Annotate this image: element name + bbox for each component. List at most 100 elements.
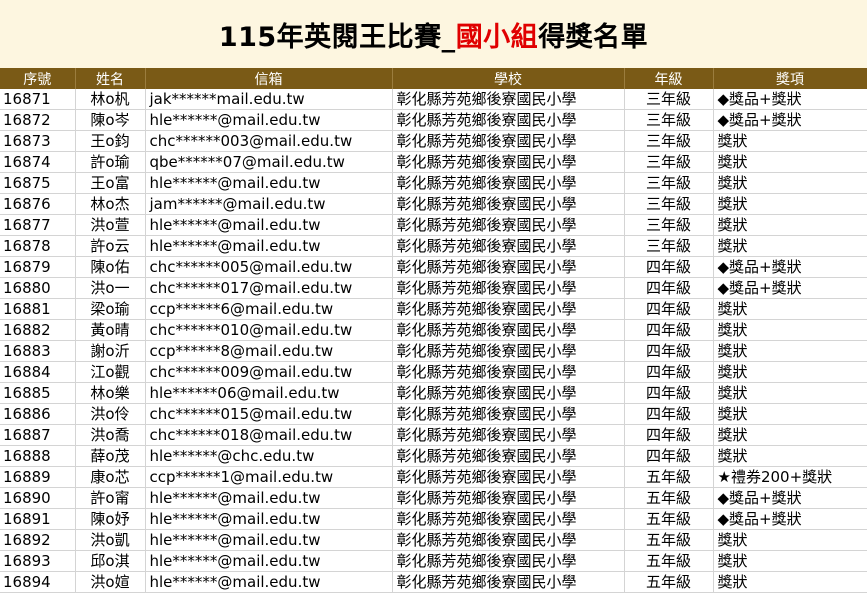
cell-school[interactable]: 彰化縣芳苑鄉後寮國民小學: [392, 487, 625, 509]
cell-serial[interactable]: 16894: [0, 571, 76, 593]
cell-email[interactable]: hle******@mail.edu.tw: [145, 529, 393, 551]
cell-grade[interactable]: 四年級: [624, 319, 714, 341]
cell-grade[interactable]: 四年級: [624, 445, 714, 467]
cell-name[interactable]: 黃o晴: [75, 319, 146, 341]
cell-email[interactable]: hle******06@mail.edu.tw: [145, 382, 393, 404]
cell-school[interactable]: 彰化縣芳苑鄉後寮國民小學: [392, 193, 625, 215]
cell-email[interactable]: jam******@mail.edu.tw: [145, 193, 393, 215]
cell-serial[interactable]: 16875: [0, 172, 76, 194]
cell-name[interactable]: 邱o淇: [75, 550, 146, 572]
cell-serial[interactable]: 16893: [0, 550, 76, 572]
cell-name[interactable]: 許o云: [75, 235, 146, 257]
cell-award[interactable]: 獎狀: [713, 550, 867, 572]
cell-name[interactable]: 洪o凱: [75, 529, 146, 551]
cell-award[interactable]: 獎狀: [713, 340, 867, 362]
header-email[interactable]: 信箱: [145, 68, 393, 89]
cell-grade[interactable]: 三年級: [624, 151, 714, 173]
cell-serial[interactable]: 16873: [0, 130, 76, 152]
cell-grade[interactable]: 三年級: [624, 193, 714, 215]
cell-serial[interactable]: 16886: [0, 403, 76, 425]
cell-serial[interactable]: 16874: [0, 151, 76, 173]
cell-award[interactable]: ◆獎品+獎狀: [713, 89, 867, 110]
cell-award[interactable]: 獎狀: [713, 403, 867, 425]
cell-award[interactable]: 獎狀: [713, 424, 867, 446]
cell-award[interactable]: ◆獎品+獎狀: [713, 277, 867, 299]
cell-school[interactable]: 彰化縣芳苑鄉後寮國民小學: [392, 277, 625, 299]
cell-name[interactable]: 王o鈞: [75, 130, 146, 152]
cell-school[interactable]: 彰化縣芳苑鄉後寮國民小學: [392, 89, 625, 110]
cell-grade[interactable]: 四年級: [624, 424, 714, 446]
cell-grade[interactable]: 五年級: [624, 550, 714, 572]
cell-serial[interactable]: 16888: [0, 445, 76, 467]
cell-school[interactable]: 彰化縣芳苑鄉後寮國民小學: [392, 256, 625, 278]
cell-email[interactable]: hle******@mail.edu.tw: [145, 109, 393, 131]
cell-grade[interactable]: 五年級: [624, 487, 714, 509]
cell-name[interactable]: 林o杋: [75, 89, 146, 110]
cell-school[interactable]: 彰化縣芳苑鄉後寮國民小學: [392, 445, 625, 467]
cell-name[interactable]: 江o觀: [75, 361, 146, 383]
cell-email[interactable]: hle******@mail.edu.tw: [145, 214, 393, 236]
cell-name[interactable]: 林o樂: [75, 382, 146, 404]
cell-award[interactable]: 獎狀: [713, 235, 867, 257]
cell-grade[interactable]: 五年級: [624, 529, 714, 551]
cell-award[interactable]: 獎狀: [713, 382, 867, 404]
cell-award[interactable]: 獎狀: [713, 193, 867, 215]
cell-award[interactable]: 獎狀: [713, 151, 867, 173]
cell-school[interactable]: 彰化縣芳苑鄉後寮國民小學: [392, 508, 625, 530]
cell-serial[interactable]: 16884: [0, 361, 76, 383]
cell-award[interactable]: 獎狀: [713, 130, 867, 152]
cell-award[interactable]: 獎狀: [713, 214, 867, 236]
cell-serial[interactable]: 16892: [0, 529, 76, 551]
cell-name[interactable]: 陳o妤: [75, 508, 146, 530]
cell-name[interactable]: 洪o喬: [75, 424, 146, 446]
cell-name[interactable]: 王o富: [75, 172, 146, 194]
cell-email[interactable]: ccp******6@mail.edu.tw: [145, 298, 393, 320]
cell-email[interactable]: jak******mail.edu.tw: [145, 89, 393, 110]
cell-school[interactable]: 彰化縣芳苑鄉後寮國民小學: [392, 130, 625, 152]
cell-award[interactable]: 獎狀: [713, 571, 867, 593]
cell-name[interactable]: 洪o一: [75, 277, 146, 299]
cell-grade[interactable]: 四年級: [624, 298, 714, 320]
cell-school[interactable]: 彰化縣芳苑鄉後寮國民小學: [392, 466, 625, 488]
cell-school[interactable]: 彰化縣芳苑鄉後寮國民小學: [392, 382, 625, 404]
cell-school[interactable]: 彰化縣芳苑鄉後寮國民小學: [392, 319, 625, 341]
cell-name[interactable]: 洪o萱: [75, 214, 146, 236]
cell-name[interactable]: 謝o沂: [75, 340, 146, 362]
header-grade[interactable]: 年級: [624, 68, 714, 89]
cell-serial[interactable]: 16878: [0, 235, 76, 257]
cell-award[interactable]: ◆獎品+獎狀: [713, 109, 867, 131]
cell-award[interactable]: 獎狀: [713, 361, 867, 383]
header-name[interactable]: 姓名: [75, 68, 146, 89]
cell-award[interactable]: 獎狀: [713, 445, 867, 467]
cell-grade[interactable]: 四年級: [624, 277, 714, 299]
cell-grade[interactable]: 五年級: [624, 466, 714, 488]
cell-name[interactable]: 梁o瑜: [75, 298, 146, 320]
cell-grade[interactable]: 三年級: [624, 235, 714, 257]
cell-school[interactable]: 彰化縣芳苑鄉後寮國民小學: [392, 109, 625, 131]
header-school[interactable]: 學校: [392, 68, 625, 89]
cell-serial[interactable]: 16885: [0, 382, 76, 404]
cell-award[interactable]: 獎狀: [713, 172, 867, 194]
cell-award[interactable]: ★禮券200+獎狀: [713, 466, 867, 488]
cell-email[interactable]: hle******@mail.edu.tw: [145, 571, 393, 593]
cell-grade[interactable]: 四年級: [624, 382, 714, 404]
cell-serial[interactable]: 16889: [0, 466, 76, 488]
cell-email[interactable]: hle******@chc.edu.tw: [145, 445, 393, 467]
cell-email[interactable]: ccp******1@mail.edu.tw: [145, 466, 393, 488]
cell-grade[interactable]: 五年級: [624, 508, 714, 530]
cell-name[interactable]: 洪o媗: [75, 571, 146, 593]
cell-serial[interactable]: 16876: [0, 193, 76, 215]
cell-name[interactable]: 許o瑜: [75, 151, 146, 173]
cell-grade[interactable]: 四年級: [624, 361, 714, 383]
cell-award[interactable]: ◆獎品+獎狀: [713, 487, 867, 509]
cell-email[interactable]: chc******018@mail.edu.tw: [145, 424, 393, 446]
cell-email[interactable]: qbe******07@mail.edu.tw: [145, 151, 393, 173]
cell-serial[interactable]: 16879: [0, 256, 76, 278]
cell-email[interactable]: chc******010@mail.edu.tw: [145, 319, 393, 341]
cell-school[interactable]: 彰化縣芳苑鄉後寮國民小學: [392, 235, 625, 257]
cell-name[interactable]: 陳o佑: [75, 256, 146, 278]
cell-email[interactable]: chc******005@mail.edu.tw: [145, 256, 393, 278]
cell-serial[interactable]: 16883: [0, 340, 76, 362]
cell-name[interactable]: 許o甯: [75, 487, 146, 509]
cell-grade[interactable]: 三年級: [624, 109, 714, 131]
